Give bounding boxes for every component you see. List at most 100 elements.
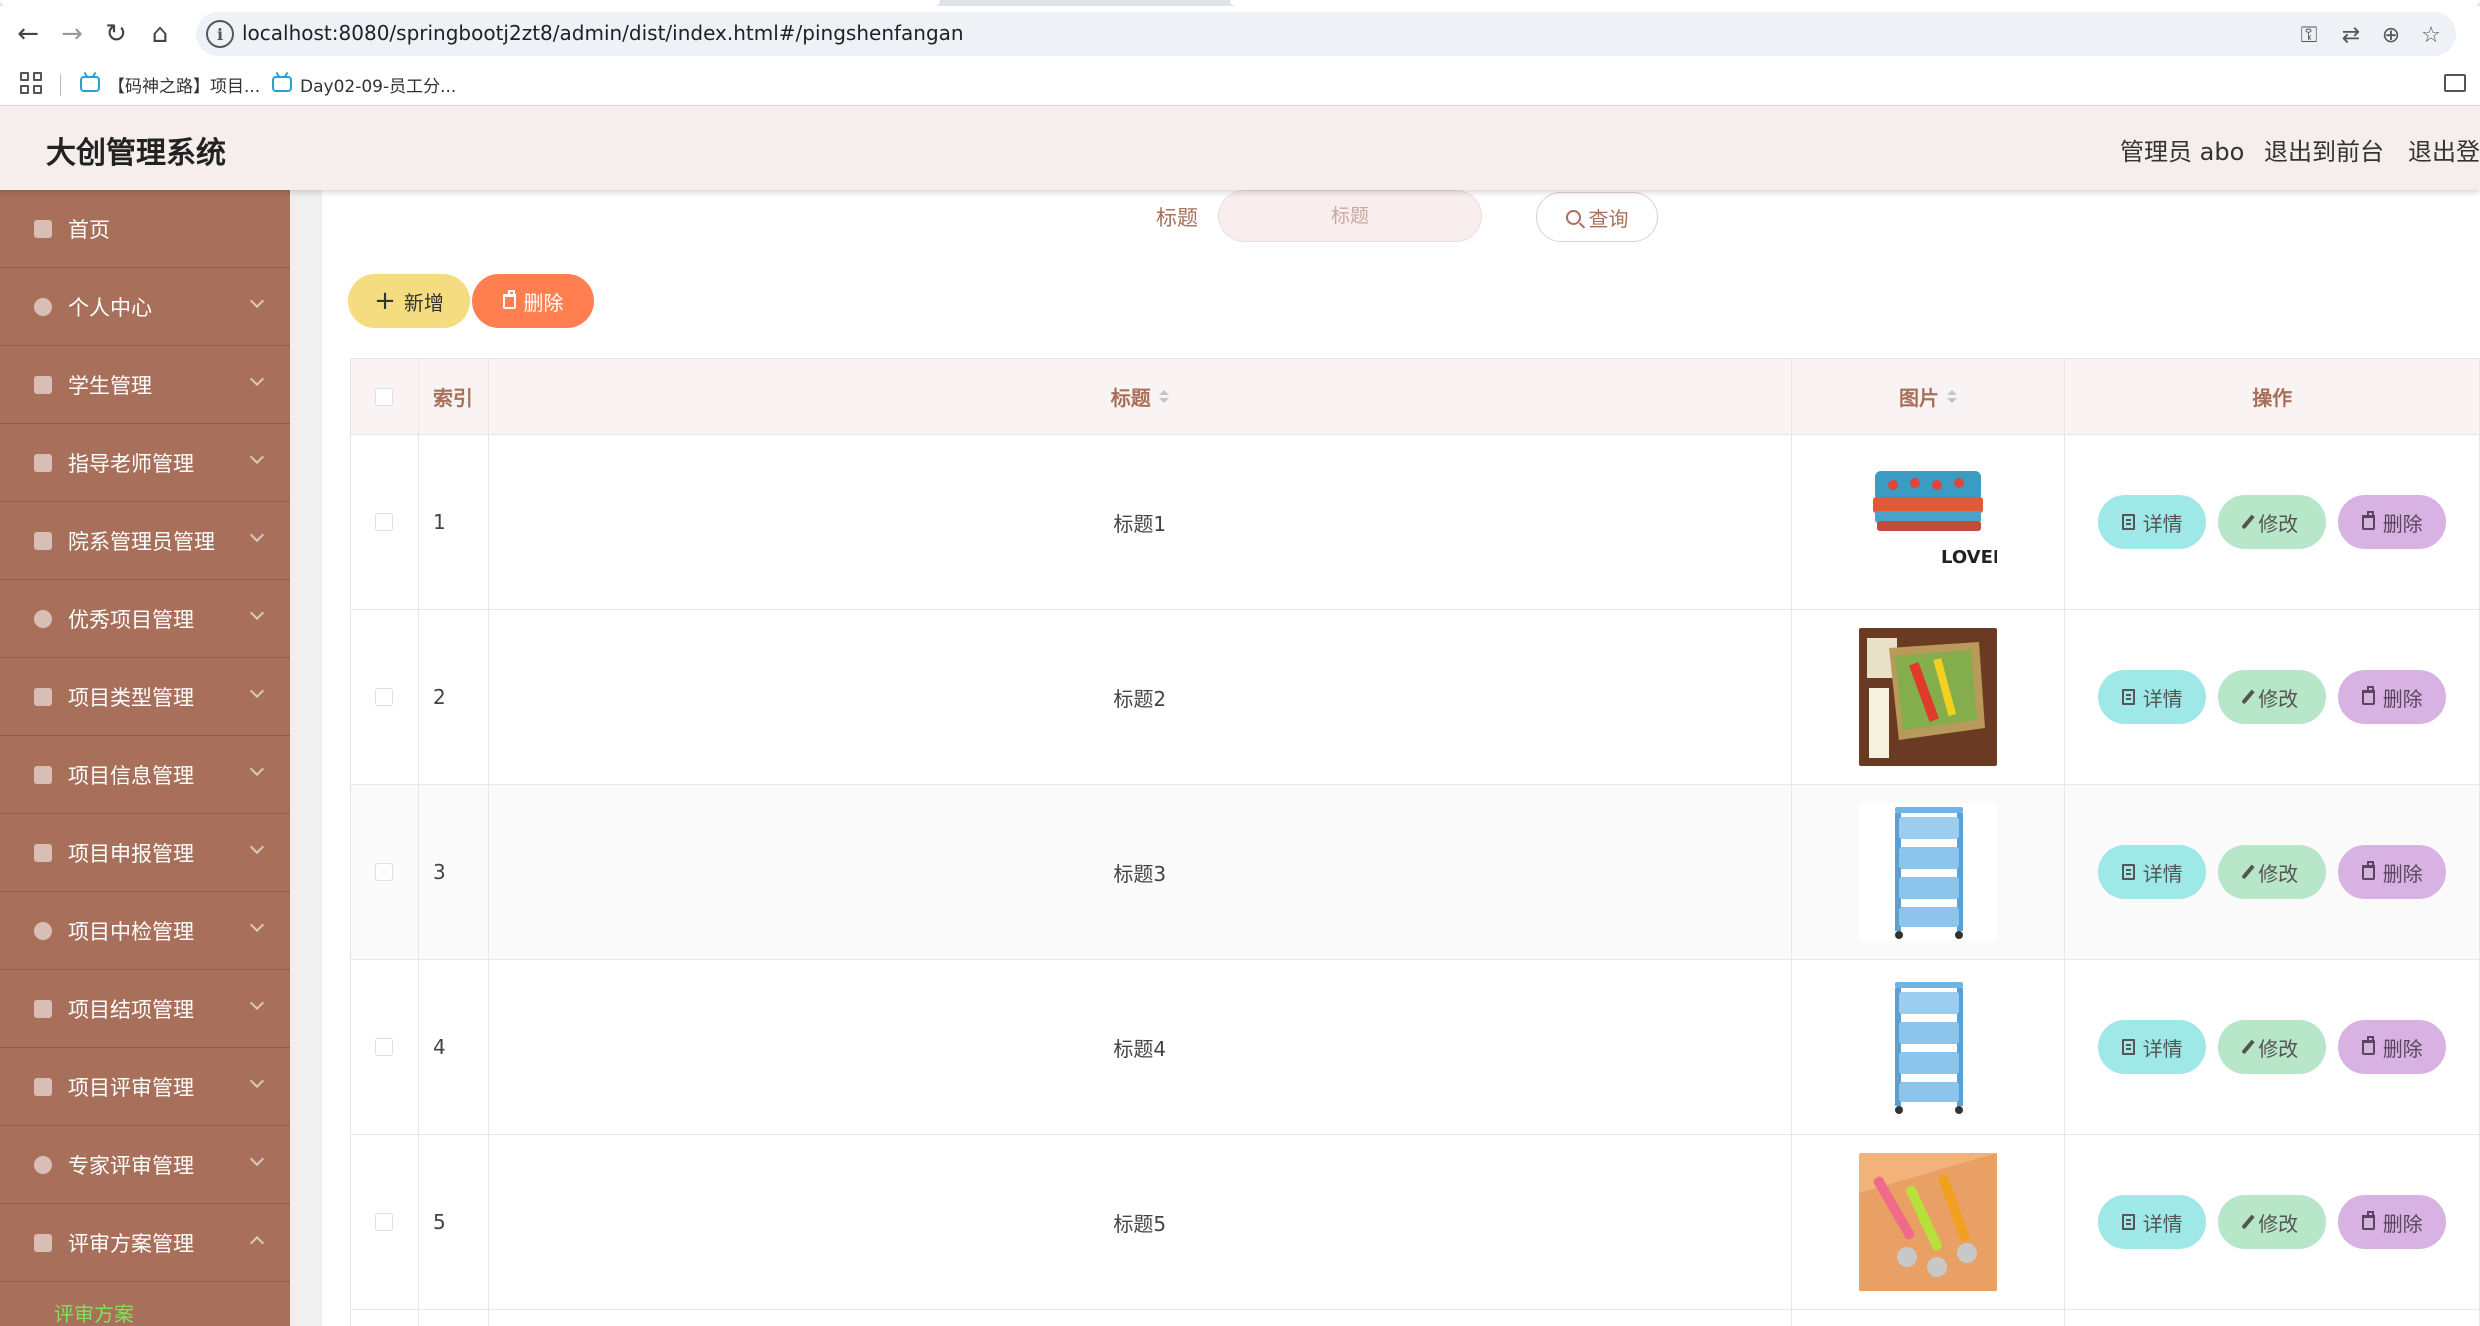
delete-button[interactable]: 删除 [2338,1020,2447,1074]
trash-icon [2361,1035,2375,1055]
row-index: 5 [419,1135,489,1309]
row-index: 3 [419,785,489,959]
search-input[interactable] [1218,190,1482,242]
url-text[interactable]: localhost:8080/springbootj2zt8/admin/dis… [242,21,964,45]
pen-icon [34,1155,52,1174]
sidebar-item-project-review[interactable]: 项目评审管理 [0,1048,290,1126]
delete-button[interactable]: 删除 [2338,670,2447,724]
front-link[interactable]: 退出到前台 [2264,132,2384,167]
row-checkbox-cell [351,1135,419,1309]
sidebar-item-project-info[interactable]: 项目信息管理 [0,736,290,814]
row-checkbox-cell [351,960,419,1134]
bookmarks-bar: 【码神之路】项目... Day02-09-员工分... [0,62,2480,106]
query-button[interactable]: 查询 [1536,192,1658,242]
detail-button[interactable]: 详情 [2098,845,2207,899]
key-icon[interactable]: ⚿ [2294,20,2324,50]
row-checkbox-cell [351,785,419,959]
header-checkbox-cell [351,359,419,434]
delete-button[interactable]: 删除 [2338,495,2447,549]
table-row: 2 标题2 详情 修改 删除 [351,610,2479,785]
zoom-icon[interactable]: ⊕ [2376,20,2406,50]
row-ops: 详情 修改 删除 [2065,435,2479,609]
document-icon [2121,1214,2135,1230]
folder-icon[interactable] [2444,74,2466,92]
delete-button[interactable]: 删除 [2338,845,2447,899]
back-arrow-icon[interactable]: ← [10,16,46,52]
row-checkbox[interactable] [375,863,394,881]
edit-button[interactable]: 修改 [2218,670,2327,724]
sidebar-item-expert-review[interactable]: 专家评审管理 [0,1126,290,1204]
row-checkbox[interactable] [375,1213,394,1231]
apps-grid-icon[interactable] [20,72,42,94]
add-button[interactable]: + 新增 [348,274,470,328]
chevron-down-icon [249,683,265,699]
row-checkbox[interactable] [375,688,394,706]
towel-product-image: LOVEL [1859,453,1998,591]
url-field[interactable]: i localhost:8080/springbootj2zt8/admin/d… [196,12,2456,56]
chevron-down-icon [249,449,265,465]
select-all-checkbox[interactable] [375,387,394,406]
sidebar-item-profile[interactable]: 个人中心 [0,268,290,346]
edit-button[interactable]: 修改 [2218,1195,2327,1249]
sidebar-item-project-apply[interactable]: 项目申报管理 [0,814,290,892]
table-header: 索引 标题 图片 操作 [351,359,2479,435]
reload-icon[interactable]: ↻ [98,16,134,52]
sidebar-item-dept-admins[interactable]: 院系管理员管理 [0,502,290,580]
bilibili-icon [272,76,292,92]
detail-button[interactable]: 详情 [2098,670,2207,724]
chevron-down-icon [249,761,265,777]
send-icon [34,1077,52,1096]
row-image [1792,1135,2066,1309]
bookmark-divider [60,74,61,96]
detail-button[interactable]: 详情 [2098,1020,2207,1074]
row-checkbox-cell [351,1310,419,1326]
data-table: 索引 标题 图片 操作 1 标题1 LOVE 详情 修改 删除 2 标题2 详情… [350,358,2480,1326]
header-title[interactable]: 标题 [489,359,1792,434]
plus-icon: + [374,286,396,316]
edit-button[interactable]: 修改 [2218,495,2327,549]
delete-button[interactable]: 删除 [2338,1195,2447,1249]
row-checkbox[interactable] [375,513,394,531]
blue-shelf-product-image [1859,978,1998,1116]
row-title: 标题5 [489,1135,1792,1309]
table-row: 1 标题1 LOVEL 详情 修改 删 [351,435,2479,610]
sidebar-item-home[interactable]: 首页 [0,190,290,268]
sidebar-item-project-closure[interactable]: 项目结项管理 [0,970,290,1048]
edit-button[interactable]: 修改 [2218,1020,2327,1074]
forward-arrow-icon[interactable]: → [54,16,90,52]
sidebar-item-teachers[interactable]: 指导老师管理 [0,424,290,502]
sort-icon[interactable] [1947,390,1958,403]
home-icon [34,219,52,238]
logout-link[interactable]: 退出登录 [2408,132,2480,167]
sidebar-item-excellent-projects[interactable]: 优秀项目管理 [0,580,290,658]
briefcase-icon [34,531,52,550]
detail-button[interactable]: 详情 [2098,495,2207,549]
translate-icon[interactable]: ⇄ [2336,20,2366,50]
sidebar-item-students[interactable]: 学生管理 [0,346,290,424]
bilibili-icon [80,76,100,92]
home-icon[interactable]: ⌂ [142,16,178,52]
sidebar-subitem-review-scheme[interactable]: 评审方案 [0,1282,290,1326]
sidebar-item-midterm-check[interactable]: 项目中检管理 [0,892,290,970]
bookmark-item[interactable]: Day02-09-员工分... [272,70,456,98]
row-ops: 详情 修改 删除 [2065,785,2479,959]
sidebar-item-project-types[interactable]: 项目类型管理 [0,658,290,736]
row-checkbox[interactable] [375,1038,394,1056]
row-ops: 详情 修改 删除 [2065,610,2479,784]
peeler-product-image [1859,1153,1998,1291]
bookmark-item[interactable]: 【码神之路】项目... [80,70,260,98]
edit-icon [2241,514,2255,530]
row-index [419,1310,489,1326]
row-ops: 详情 修改 删除 [2065,960,2479,1134]
sort-icon[interactable] [1158,390,1169,403]
table-row: 3 标题3 详情 修改 删除 [351,785,2479,960]
star-icon[interactable]: ☆ [2416,20,2446,50]
edit-button[interactable]: 修改 [2218,845,2327,899]
flag-icon [34,843,52,862]
detail-button[interactable]: 详情 [2098,1195,2207,1249]
app-header: 大创管理系统 管理员 abo 退出到前台 退出登录 [0,106,2480,190]
batch-delete-button[interactable]: 删除 [472,274,594,328]
site-info-icon[interactable]: i [206,20,234,48]
header-image[interactable]: 图片 [1792,359,2066,434]
sidebar-item-review-scheme[interactable]: 评审方案管理 [0,1204,290,1282]
